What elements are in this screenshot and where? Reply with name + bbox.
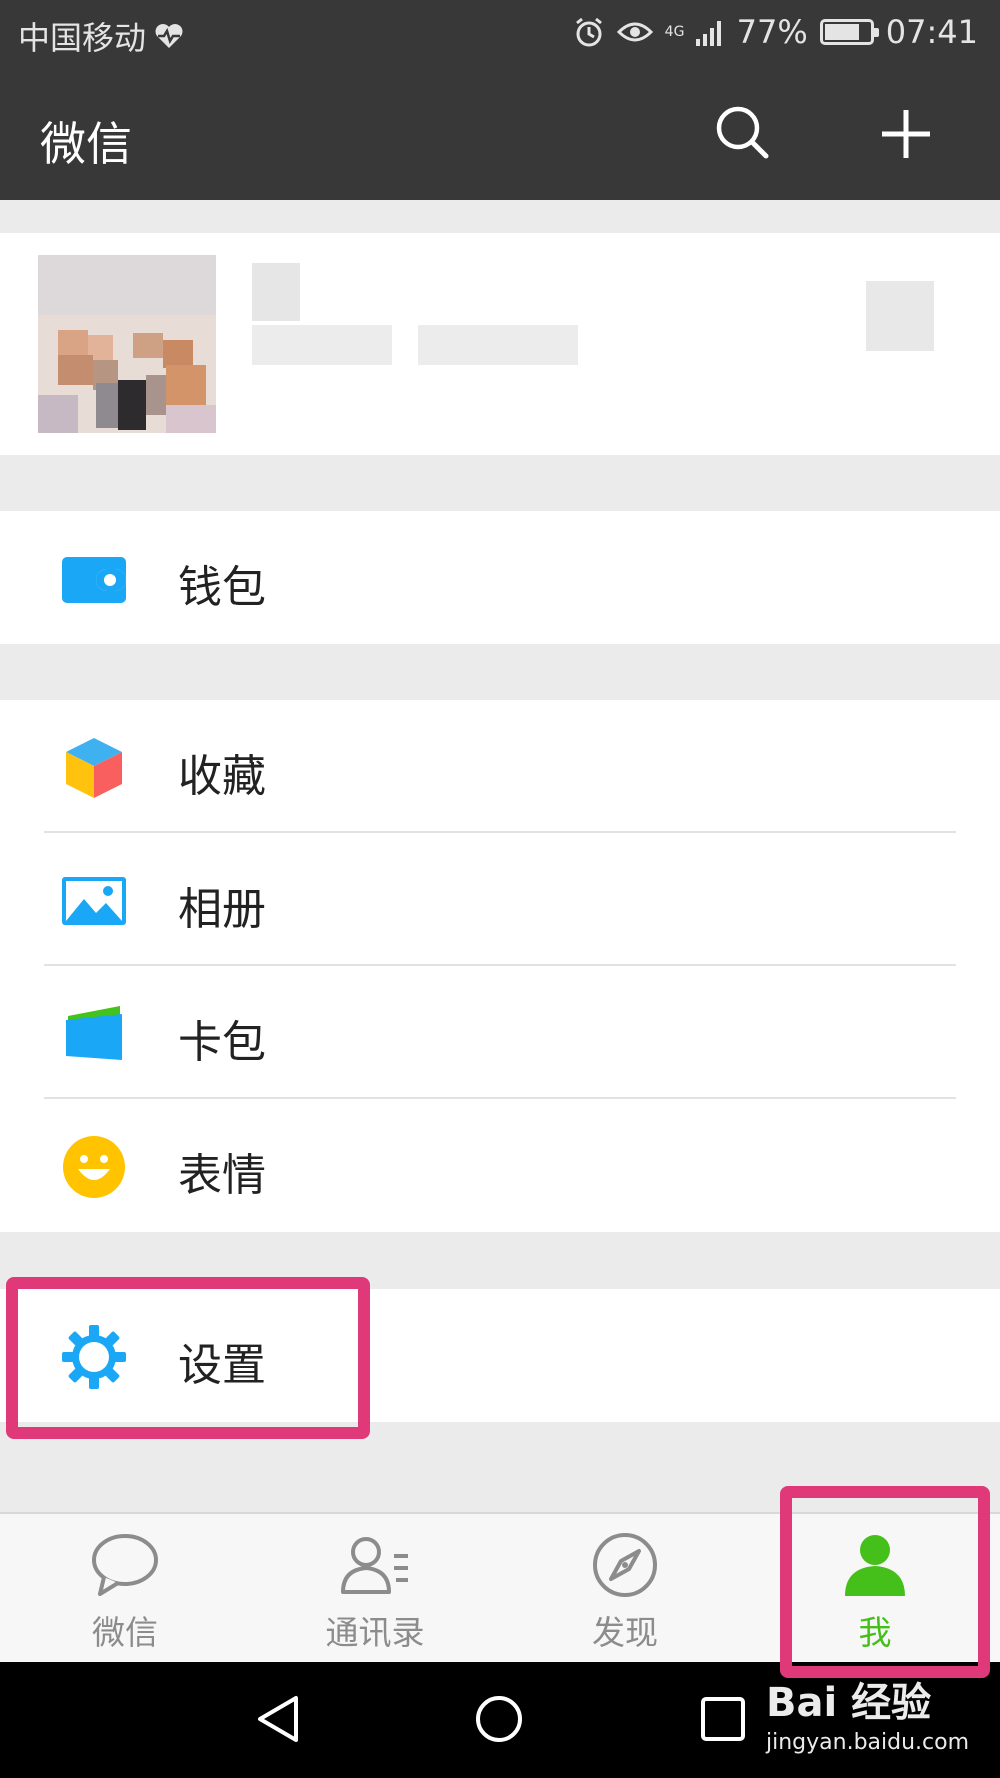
avatar[interactable] [38, 255, 216, 433]
search-icon[interactable] [714, 104, 770, 160]
avatar-pixelated-image [38, 255, 216, 433]
baidu-jingyan-watermark: Bai 经验 jingyan.baidu.com [766, 1670, 969, 1755]
page-title: 微信 [40, 117, 132, 171]
eye-icon [616, 22, 653, 42]
network-type-label: 4G [664, 24, 685, 40]
menu-item-label: 相册 [178, 884, 266, 935]
watermark-brand: Bai 经验 [766, 1680, 932, 1726]
menu-item-label: 卡包 [178, 1017, 266, 1068]
back-icon[interactable] [254, 1694, 302, 1744]
card-icon [66, 1006, 122, 1060]
nickname-obscured [252, 263, 300, 321]
menu-item-stickers[interactable]: 表情 [0, 1099, 1000, 1232]
app-header: 微信 [0, 68, 1000, 200]
wallet-icon [62, 557, 126, 603]
signal-icon [695, 21, 721, 46]
qr-code-obscured[interactable] [866, 281, 934, 351]
battery-percent-label: 77% [736, 13, 808, 51]
settings-highlight-box [6, 1277, 370, 1439]
watermark-url: jingyan.baidu.com [766, 1730, 970, 1755]
clock-label: 07:41 [885, 13, 978, 51]
alarm-icon [575, 17, 602, 47]
chat-bubble-icon [92, 1534, 158, 1596]
menu-item-album[interactable]: 相册 [0, 833, 1000, 966]
tab-chats[interactable]: 微信 [0, 1514, 250, 1664]
menu-item-favorites[interactable]: 收藏 [0, 700, 1000, 833]
me-tab-highlight-box [780, 1486, 990, 1678]
tab-label: 发现 [592, 1613, 658, 1652]
compass-icon [593, 1533, 657, 1597]
features-group: 收藏 相册 卡包 表情 [0, 700, 1000, 1232]
status-bar: 中国移动 4G 77% 07:41 [0, 0, 1000, 68]
tab-label: 微信 [92, 1613, 158, 1652]
menu-item-label: 表情 [178, 1150, 266, 1201]
smiley-icon [63, 1136, 125, 1198]
wechat-id-obscured [418, 325, 578, 365]
menu-item-label: 钱包 [178, 562, 266, 613]
menu-item-wallet[interactable]: 钱包 [0, 511, 1000, 644]
battery-icon [819, 19, 879, 45]
photo-icon [62, 877, 126, 925]
profile-card[interactable] [0, 233, 1000, 455]
cube-icon [66, 738, 122, 798]
battery-level-fill [824, 24, 859, 40]
tab-label: 通讯录 [325, 1613, 425, 1652]
menu-item-label: 收藏 [178, 751, 266, 802]
carrier-label: 中国移动 [18, 19, 147, 57]
tab-contacts[interactable]: 通讯录 [250, 1514, 500, 1664]
menu-item-cards[interactable]: 卡包 [0, 966, 1000, 1099]
wallet-group: 钱包 [0, 511, 1000, 644]
wechat-id-obscured [252, 325, 392, 365]
contacts-icon [341, 1537, 408, 1594]
plus-icon[interactable] [880, 108, 932, 160]
tab-discover[interactable]: 发现 [500, 1514, 750, 1664]
heart-rate-icon [155, 24, 183, 48]
home-icon[interactable] [474, 1694, 524, 1744]
recents-icon[interactable] [700, 1696, 746, 1742]
